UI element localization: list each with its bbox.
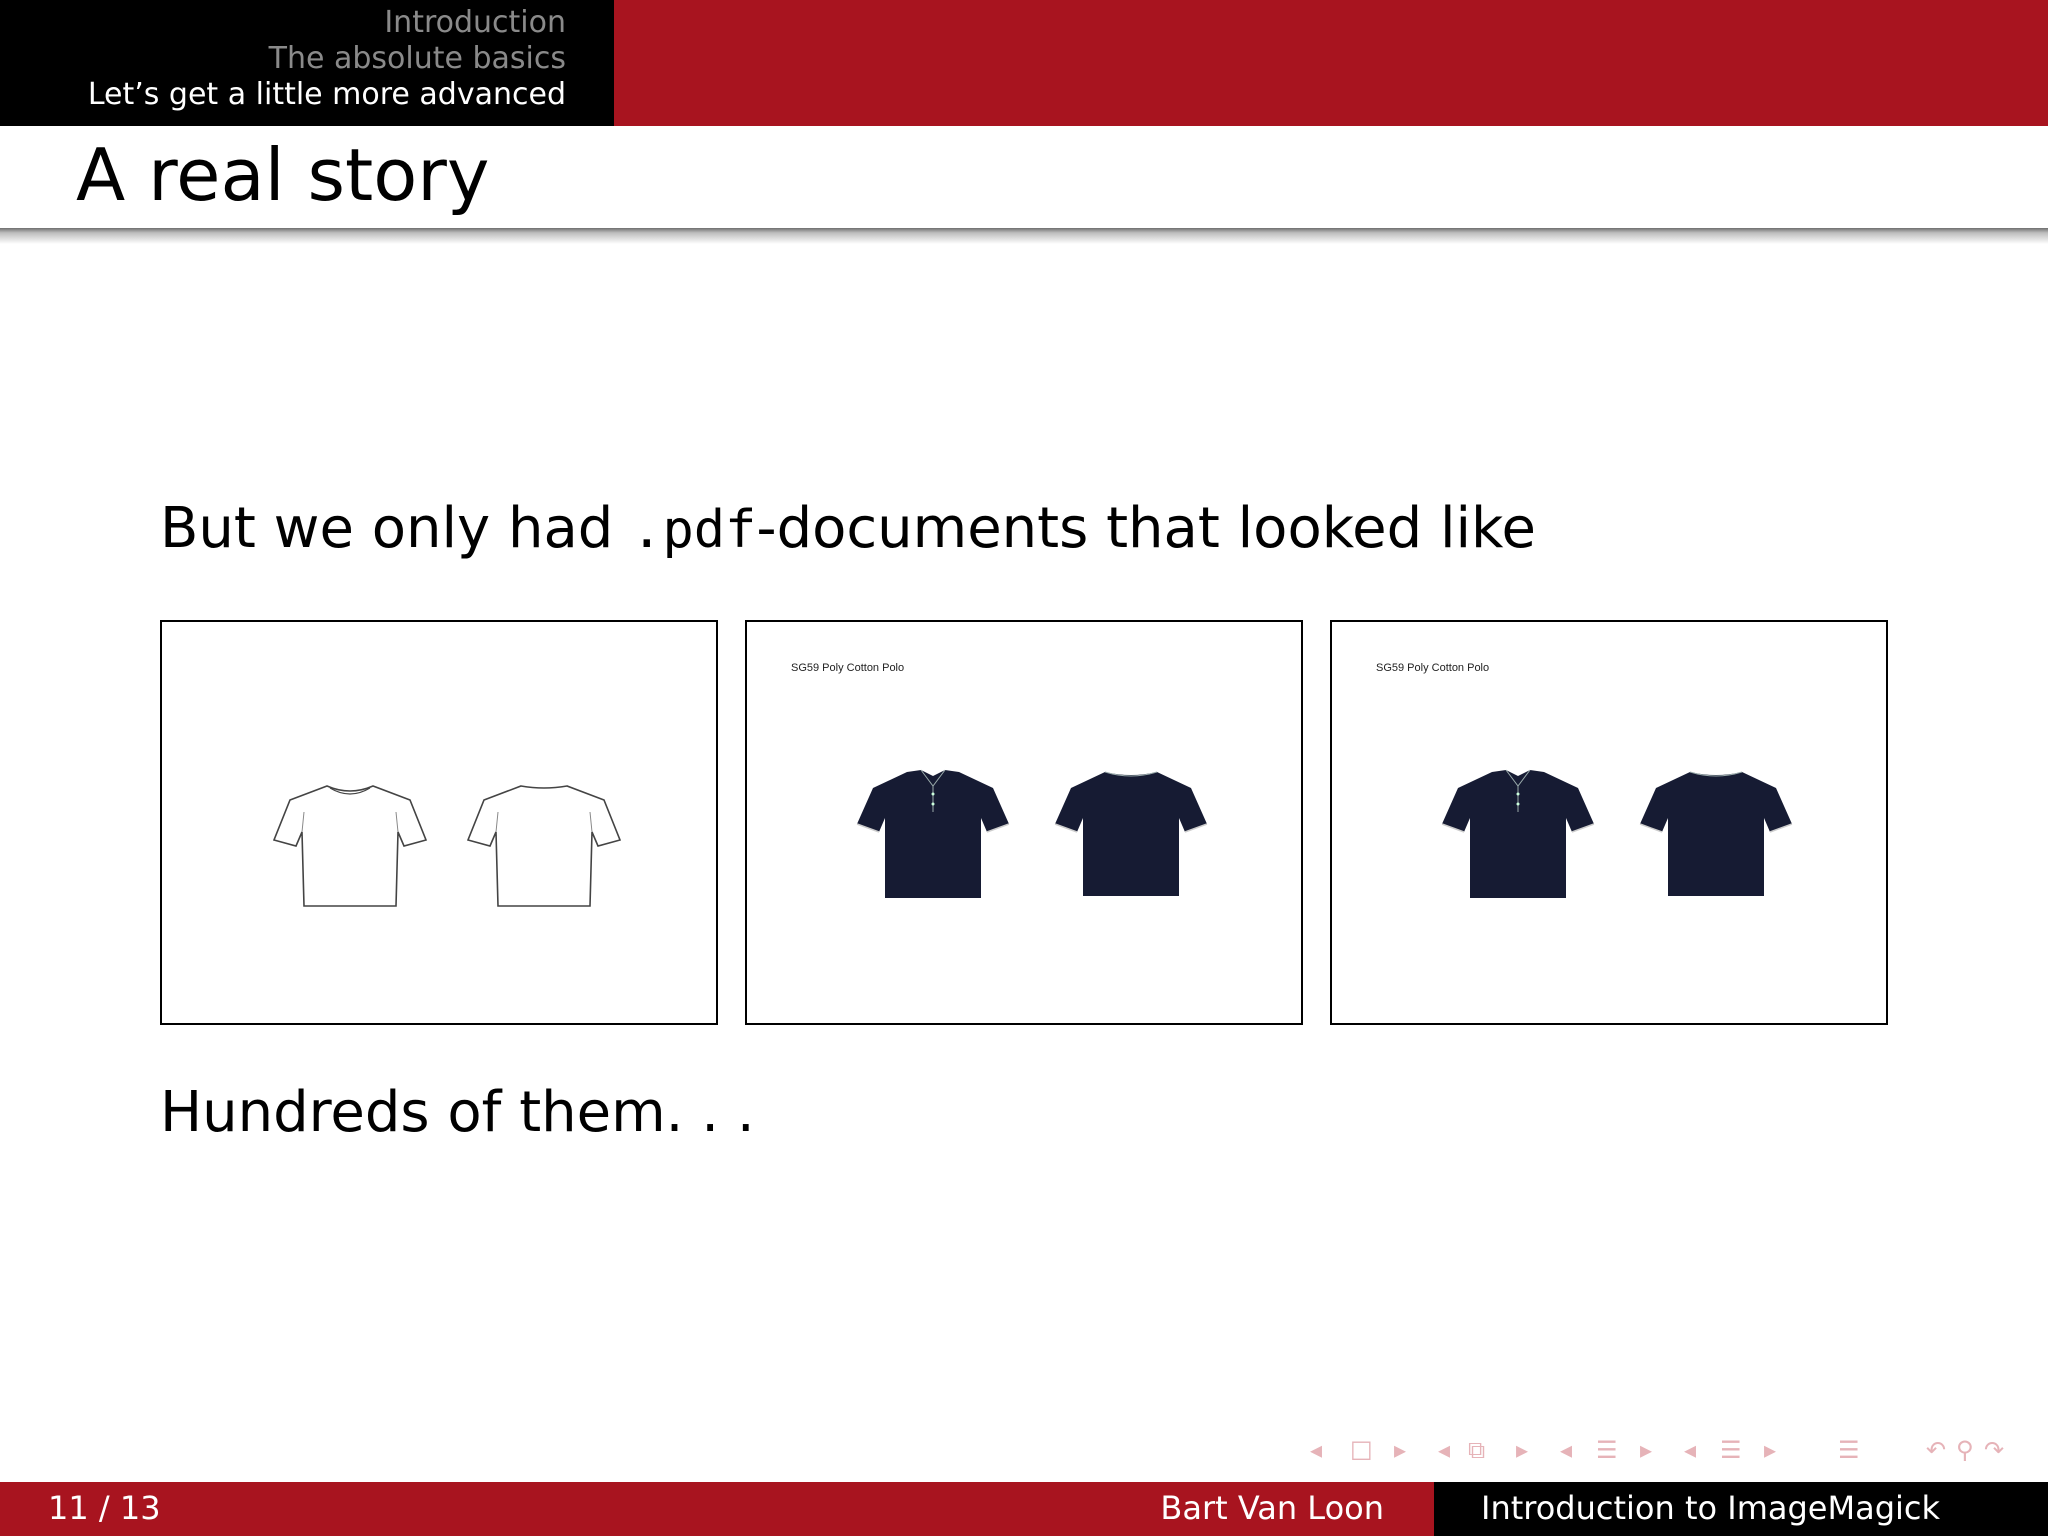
nav-section-introduction[interactable]: Introduction xyxy=(384,5,566,41)
subsection-icon[interactable]: ☰ xyxy=(1596,1434,1618,1466)
next-slide-icon[interactable]: ▸ xyxy=(1394,1434,1406,1466)
next-subsection-icon[interactable]: ▸ xyxy=(1640,1434,1652,1466)
section-icon[interactable]: ☰ xyxy=(1720,1434,1742,1466)
beamer-navigation-symbols: ◂ □ ▸ ◂ ⧉ ▸ ◂ ☰ ▸ ◂ ☰ ▸ ☰ ↶ ⚲ ↷ xyxy=(1310,1434,2030,1466)
intro-text-before: But we only had xyxy=(160,496,632,561)
document-label: SG59 Poly Cotton Polo xyxy=(1376,662,1490,674)
presentation-title: Introduction to ImageMagick xyxy=(1481,1489,1941,1527)
previous-frame-icon[interactable]: ◂ xyxy=(1438,1434,1450,1466)
polo-front-icon xyxy=(1441,769,1595,898)
next-frame-icon[interactable]: ▸ xyxy=(1516,1434,1528,1466)
nav-section-basics[interactable]: The absolute basics xyxy=(269,41,566,77)
tshirt-back-icon xyxy=(466,785,622,907)
previous-subsection-icon[interactable]: ◂ xyxy=(1560,1434,1572,1466)
pdf-code: .pdf xyxy=(631,500,757,560)
previous-slide-icon[interactable]: ◂ xyxy=(1310,1434,1322,1466)
slide-icon[interactable]: □ xyxy=(1350,1433,1373,1465)
polo-back-icon xyxy=(1639,771,1793,896)
redo-icon[interactable]: ↷ xyxy=(1984,1434,2004,1466)
nav-section-advanced[interactable]: Let’s get a little more advanced xyxy=(88,77,566,113)
search-icon[interactable]: ⚲ xyxy=(1956,1434,1974,1466)
polo-front-icon xyxy=(856,769,1010,898)
author-name: Bart Van Loon xyxy=(1160,1489,1384,1527)
tshirt-front-icon xyxy=(272,785,428,907)
header-bar xyxy=(614,0,2048,126)
document-icon[interactable]: ☰ xyxy=(1838,1434,1860,1466)
page-number: 11 / 13 xyxy=(48,1489,161,1527)
pdf-document-preview-2: SG59 Poly Cotton Polo xyxy=(745,620,1303,1025)
frame-title: A real story xyxy=(76,133,490,217)
pdf-document-preview-1 xyxy=(160,620,718,1025)
title-divider-shadow xyxy=(0,228,2048,244)
pdf-document-preview-3: SG59 Poly Cotton Polo xyxy=(1330,620,1888,1025)
section-navigation: Introduction The absolute basics Let’s g… xyxy=(0,0,614,126)
frame-icon[interactable]: ⧉ xyxy=(1468,1434,1485,1466)
polo-back-icon xyxy=(1054,771,1208,896)
next-section-icon[interactable]: ▸ xyxy=(1764,1434,1776,1466)
closing-text: Hundreds of them. . . xyxy=(160,1080,755,1145)
intro-text: But we only had .pdf-documents that look… xyxy=(160,496,1536,563)
undo-icon[interactable]: ↶ xyxy=(1926,1434,1946,1466)
intro-text-after: -documents that looked like xyxy=(756,496,1536,561)
document-label: SG59 Poly Cotton Polo xyxy=(791,662,905,674)
previous-section-icon[interactable]: ◂ xyxy=(1684,1434,1696,1466)
